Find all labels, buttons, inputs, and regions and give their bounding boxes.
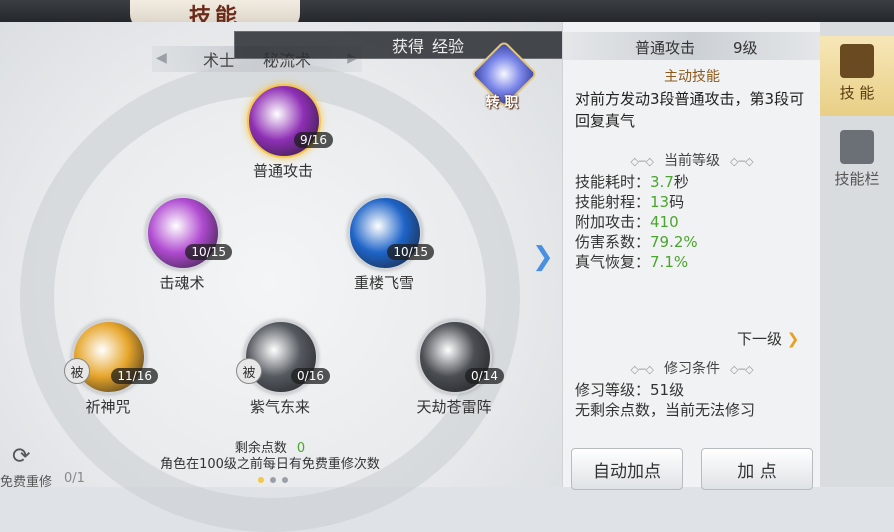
page-dots — [258, 477, 288, 483]
req-note: 无剩余点数，当前无法修习 — [575, 401, 756, 419]
stat-value: 3.7 — [650, 173, 674, 191]
skill-level: 9/16 — [294, 132, 333, 148]
skill-node[interactable]: 10/15 击魂术 — [146, 196, 232, 292]
skill-name: 天劫苍雷阵 — [416, 398, 492, 416]
stat-row: 真气恢复：7.1% — [575, 252, 698, 272]
next-level-label: 下一级 — [737, 330, 783, 348]
skill-book-icon — [840, 44, 874, 78]
skill-stats: 技能耗时：3.7秒 技能射程：13码 附加攻击：410 伤害系数：79.2% 真… — [575, 172, 698, 272]
page-dot — [282, 477, 288, 483]
skill-detail-panel: 普通攻击 9级 主动技能 对前方发动3段普通攻击，第3段可回复真气 当前等级 技… — [562, 22, 821, 490]
page-dot — [258, 477, 264, 483]
stat-row: 技能射程：13码 — [575, 192, 698, 212]
side-tabs: 技 能 技能栏 — [820, 22, 894, 487]
skill-level: 10/15 — [185, 244, 232, 260]
skill-node[interactable]: 0/14 天劫苍雷阵 — [416, 320, 504, 416]
skill-level: 0/14 — [465, 368, 504, 384]
skill-name: 击魂术 — [159, 274, 205, 292]
stat-label: 伤害系数： — [575, 233, 651, 251]
tab-label: 技 能 — [839, 84, 875, 102]
stat-row: 伤害系数：79.2% — [575, 232, 698, 252]
tab-skills[interactable]: 技 能 — [820, 36, 894, 116]
skill-bar-icon — [840, 130, 874, 164]
skill-level: 11/16 — [111, 368, 158, 384]
free-reset-button[interactable]: ⟳ 免费重修 0/1 — [0, 444, 110, 490]
skill-level: 0/16 — [291, 368, 330, 384]
chevron-left-icon: ◀ — [156, 50, 167, 66]
detail-skill-level: 9级 — [733, 39, 758, 57]
tab-label: 技能栏 — [834, 170, 880, 188]
requirement-title: 修习条件 — [563, 358, 821, 378]
passive-badge: 被 — [236, 358, 262, 384]
stat-value: 410 — [650, 213, 679, 231]
stat-value: 79.2% — [650, 233, 698, 251]
stat-label: 技能射程： — [575, 193, 651, 211]
stat-unit: 码 — [669, 193, 685, 211]
detail-header: 普通攻击 9级 — [563, 32, 821, 60]
stat-unit: 秒 — [673, 173, 689, 191]
points-note: 角色在100级之前每日有免费重修次数 — [160, 457, 380, 472]
toast-prefix: 获得 — [391, 37, 424, 56]
class-name: 术士 — [202, 51, 235, 70]
section-label: 当前等级 — [664, 153, 720, 169]
stat-value: 13 — [650, 193, 670, 211]
stat-label: 真气恢复： — [575, 253, 651, 271]
detail-skill-name: 普通攻击 — [635, 39, 696, 57]
stat-row: 技能耗时：3.7秒 — [575, 172, 698, 192]
next-level-button[interactable]: 下一级 ❯ — [737, 328, 799, 349]
refresh-icon: ⟳ — [12, 444, 31, 469]
toast-suffix: 经验 — [432, 37, 465, 56]
skill-node[interactable]: 被 0/16 紫气东来 — [236, 320, 330, 416]
section-label: 修习条件 — [664, 361, 720, 377]
stat-label: 技能耗时： — [575, 173, 651, 191]
requirements: 修习等级：51级 无剩余点数，当前无法修习 — [575, 380, 755, 420]
page-dot — [270, 477, 276, 483]
passive-badge: 被 — [64, 358, 90, 384]
chevron-right-icon: ❯ — [786, 330, 800, 348]
points-info: 剩余点数 0 角色在100级之前每日有免费重修次数 — [120, 441, 420, 473]
skill-name: 普通攻击 — [252, 162, 313, 180]
add-points-button[interactable]: 加 点 — [701, 448, 813, 490]
skill-node[interactable]: 9/16 普通攻击 — [247, 84, 333, 180]
change-job-button[interactable]: 转 职 — [470, 40, 538, 111]
skill-name: 紫气东来 — [249, 398, 310, 416]
stat-row: 附加攻击：410 — [575, 212, 698, 232]
points-label: 剩余点数 — [234, 441, 287, 456]
req-level: 修习等级：51级 — [575, 381, 685, 399]
skill-level: 10/15 — [387, 244, 434, 260]
current-level-title: 当前等级 — [563, 150, 821, 170]
reset-count: 0/1 — [64, 471, 85, 486]
chevron-right-icon[interactable]: ❯ — [532, 242, 554, 272]
skill-type: 主动技能 — [664, 69, 720, 85]
stat-label: 附加攻击： — [575, 213, 651, 231]
change-job-label: 转 职 — [485, 95, 519, 111]
reset-label: 免费重修 — [0, 475, 53, 490]
skill-description: 对前方发动3段普通攻击，第3段可回复真气 — [575, 90, 805, 130]
skill-node[interactable]: 被 11/16 祈神咒 — [64, 320, 158, 416]
tab-skill-bar[interactable]: 技能栏 — [820, 122, 894, 202]
auto-add-points-button[interactable]: 自动加点 — [571, 448, 683, 490]
points-value: 0 — [296, 441, 306, 456]
stat-value: 7.1% — [650, 253, 689, 271]
skill-name: 祈神咒 — [85, 398, 131, 416]
skill-node[interactable]: 10/15 重楼飞雪 — [348, 196, 434, 292]
skill-name: 重楼飞雪 — [353, 274, 414, 292]
